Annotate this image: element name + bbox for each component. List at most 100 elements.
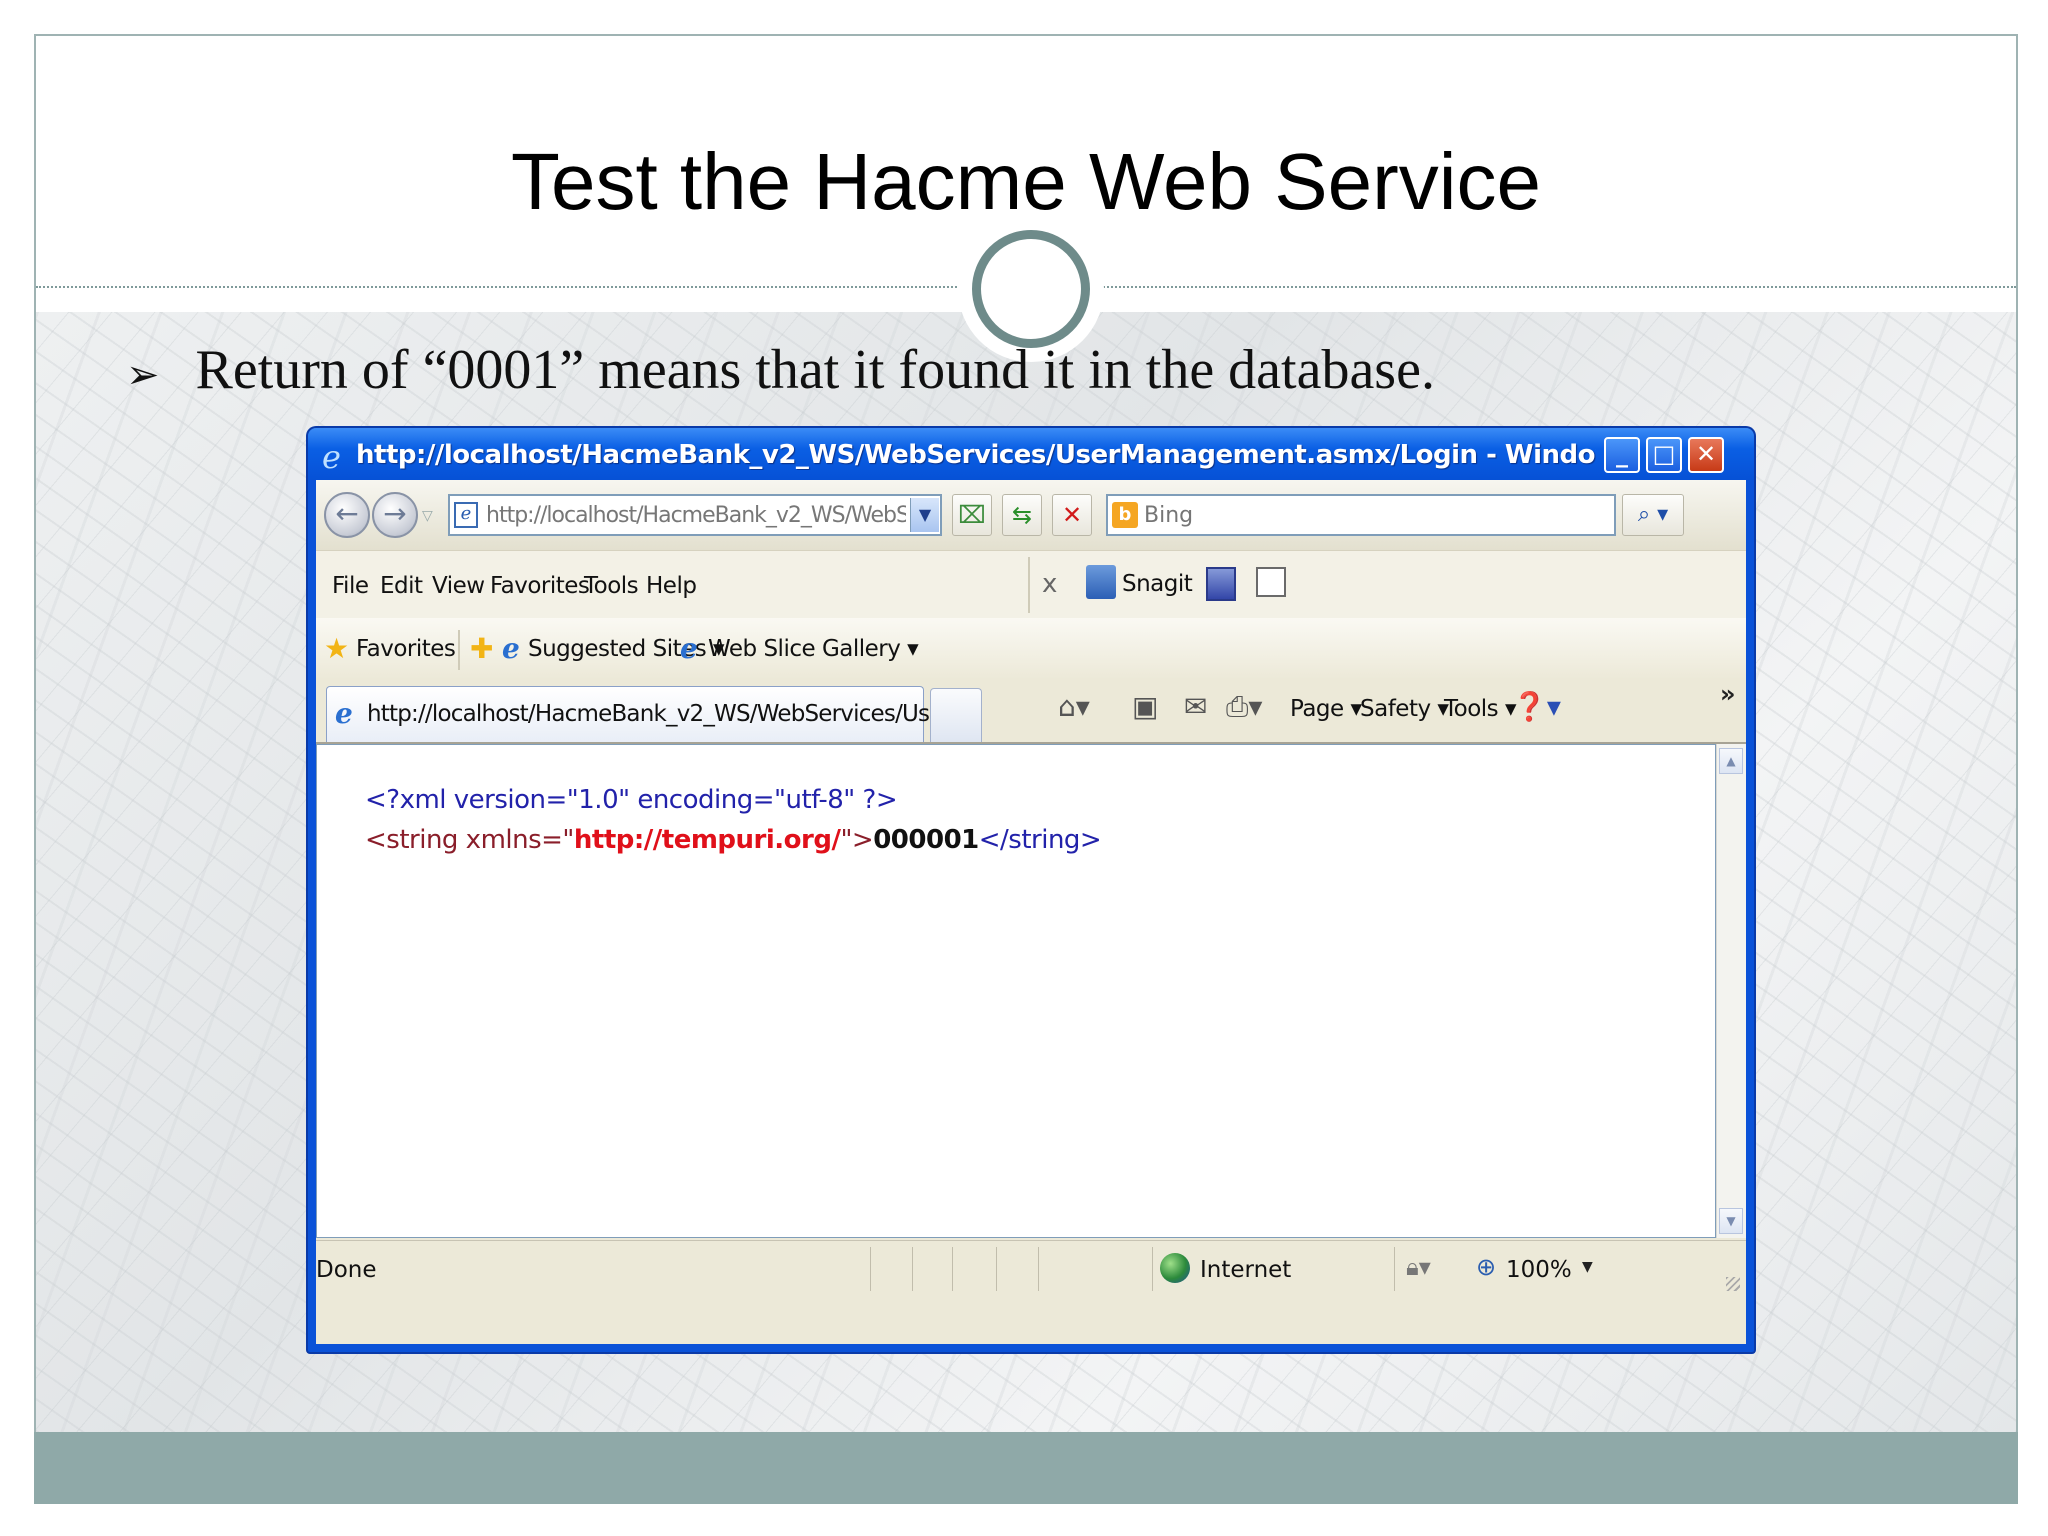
compatibility-view-button[interactable]: ⌧ — [952, 494, 992, 536]
stop-icon: ✕ — [1061, 501, 1083, 529]
favorites-separator — [458, 630, 460, 670]
tab-bar: e http://localhost/HacmeBank_v2_WS/WebSe… — [316, 680, 1746, 744]
page-content: <?xml version="1.0" encoding="utf-8" ?> … — [316, 744, 1716, 1238]
add-favorite-icon[interactable]: ✚ — [470, 632, 493, 665]
status-separator — [996, 1247, 997, 1291]
favorites-button[interactable]: Favorites — [356, 636, 456, 662]
tab-ie-icon: e — [335, 697, 353, 730]
close-button[interactable]: ✕ — [1688, 437, 1724, 473]
safety-menu-label: Safety — [1360, 696, 1431, 722]
address-bar[interactable]: e ▼ — [448, 494, 942, 536]
mail-icon[interactable]: ✉ — [1184, 690, 1207, 723]
status-separator — [1152, 1247, 1153, 1291]
browser-client: ← → ▽ e ▼ ⌧ ⇆ ✕ b ⌕ ▾ File Edit View Fav… — [316, 480, 1746, 1344]
forward-button[interactable]: → — [372, 492, 418, 538]
address-input[interactable] — [486, 500, 906, 530]
search-button[interactable]: ⌕ ▾ — [1622, 494, 1684, 536]
menu-file[interactable]: File — [332, 573, 369, 599]
xml-declaration: <?xml version="1.0" encoding="utf-8" ?> — [365, 785, 898, 815]
recent-pages-dropdown[interactable]: ▽ — [422, 508, 433, 524]
status-separator — [952, 1247, 953, 1291]
ie-logo-icon: e — [322, 438, 341, 476]
web-slice-gallery-link[interactable]: Web Slice Gallery ▾ — [708, 636, 919, 662]
print-icon[interactable]: ⎙▾ — [1226, 690, 1262, 724]
bullet-item: ➢ Return of “0001” means that it found it… — [126, 338, 1435, 407]
edit-icon[interactable] — [1256, 567, 1286, 597]
status-text: Done — [316, 1257, 377, 1283]
search-input[interactable] — [1144, 500, 1544, 530]
xml-value: 000001 — [873, 825, 979, 855]
search-bar[interactable]: b — [1106, 494, 1616, 536]
compatibility-icon: ⌧ — [958, 501, 986, 529]
window-title: http://localhost/HacmeBank_v2_WS/WebServ… — [356, 440, 1596, 470]
xml-namespace-link[interactable]: http://tempuri.org/ — [574, 825, 841, 855]
maximize-button[interactable]: □ — [1646, 437, 1682, 473]
xml-open-tag: <string xmlns=" — [365, 825, 574, 855]
protected-mode-icon[interactable]: 🔒︎▾ — [1406, 1253, 1431, 1281]
bing-icon: b — [1112, 502, 1138, 528]
bullet-text: Return of “0001” means that it found it … — [195, 339, 1435, 401]
suggested-sites-icon: e — [502, 632, 520, 665]
tools-menu[interactable]: Tools ▾ — [1444, 696, 1517, 722]
xml-open-tag-end: "> — [840, 825, 874, 855]
zoom-dropdown-icon[interactable]: ▼ — [1582, 1259, 1593, 1275]
refresh-button[interactable]: ⇆ — [1002, 494, 1042, 536]
more-commands-button[interactable]: » — [1720, 680, 1736, 708]
xml-string-element: <string xmlns="http://tempuri.org/">0000… — [365, 825, 1102, 855]
web-slice-icon: e — [680, 632, 698, 665]
back-icon: ← — [335, 497, 359, 530]
home-icon[interactable]: ⌂▾ — [1058, 690, 1090, 723]
new-tab-button[interactable] — [930, 688, 982, 742]
status-separator — [1394, 1247, 1395, 1291]
back-button[interactable]: ← — [324, 492, 370, 538]
favorites-bar: ★ Favorites ✚ e Suggested Sites ▾ e Web … — [316, 618, 1746, 680]
status-bar: Done Internet 🔒︎▾ ⊕ 100% ▼ — [316, 1240, 1746, 1297]
address-dropdown-button[interactable]: ▼ — [910, 498, 939, 532]
menu-separator — [1028, 557, 1030, 613]
search-icon: ⌕ ▾ — [1637, 502, 1669, 527]
page-menu[interactable]: Page ▾ — [1290, 696, 1362, 722]
scroll-up-icon[interactable]: ▲ — [1719, 748, 1743, 774]
scroll-down-icon[interactable]: ▼ — [1719, 1208, 1743, 1234]
snagit-icon[interactable] — [1086, 565, 1116, 599]
safety-menu[interactable]: Safety ▾ — [1360, 696, 1449, 722]
status-separator — [870, 1247, 871, 1291]
page-menu-label: Page — [1290, 696, 1344, 722]
bullet-arrow-icon: ➢ — [126, 352, 160, 399]
vertical-scrollbar[interactable]: ▲ ▼ — [1716, 744, 1746, 1238]
resize-grip[interactable] — [1726, 1277, 1740, 1291]
help-icon[interactable]: ❓▾ — [1512, 690, 1561, 723]
footer-band — [34, 1432, 2018, 1504]
tab-title: http://localhost/HacmeBank_v2_WS/WebServ… — [367, 701, 950, 727]
menu-view[interactable]: View — [432, 573, 485, 599]
feeds-icon[interactable]: ▣ — [1132, 690, 1158, 723]
page-icon: e — [454, 502, 478, 528]
web-slice-gallery-label: Web Slice Gallery — [708, 636, 901, 662]
toolbar-close-button[interactable]: x — [1042, 569, 1057, 599]
refresh-icon: ⇆ — [1011, 501, 1033, 529]
star-icon: ★ — [324, 632, 350, 665]
menu-favorites[interactable]: Favorites — [490, 573, 590, 599]
stop-button[interactable]: ✕ — [1052, 494, 1092, 536]
address-toolbar: ← → ▽ e ▼ ⌧ ⇆ ✕ b ⌕ ▾ — [316, 480, 1746, 550]
browser-window: e http://localhost/HacmeBank_v2_WS/WebSe… — [308, 428, 1754, 1352]
menu-tools[interactable]: Tools — [584, 573, 639, 599]
menu-help[interactable]: Help — [646, 573, 697, 599]
menu-edit[interactable]: Edit — [380, 573, 423, 599]
zoom-icon[interactable]: ⊕ — [1476, 1253, 1496, 1281]
capture-icon[interactable] — [1206, 567, 1236, 601]
forward-icon: → — [383, 497, 407, 530]
security-zone[interactable]: Internet — [1200, 1257, 1291, 1283]
menu-bar: File Edit View Favorites Tools Help x Sn… — [316, 550, 1746, 620]
xml-close-tag: </string> — [978, 825, 1102, 855]
decorative-ring — [972, 230, 1090, 348]
status-separator — [912, 1247, 913, 1291]
globe-icon — [1160, 1253, 1190, 1283]
snagit-button[interactable]: Snagit — [1122, 571, 1193, 597]
zoom-level[interactable]: 100% — [1506, 1257, 1572, 1283]
minimize-button[interactable]: _ — [1604, 437, 1640, 473]
title-bar[interactable]: e http://localhost/HacmeBank_v2_WS/WebSe… — [308, 428, 1754, 480]
slide-title: Test the Hacme Web Service — [510, 137, 1542, 226]
tab-active[interactable]: e http://localhost/HacmeBank_v2_WS/WebSe… — [326, 686, 950, 742]
tools-menu-label: Tools — [1444, 696, 1499, 722]
